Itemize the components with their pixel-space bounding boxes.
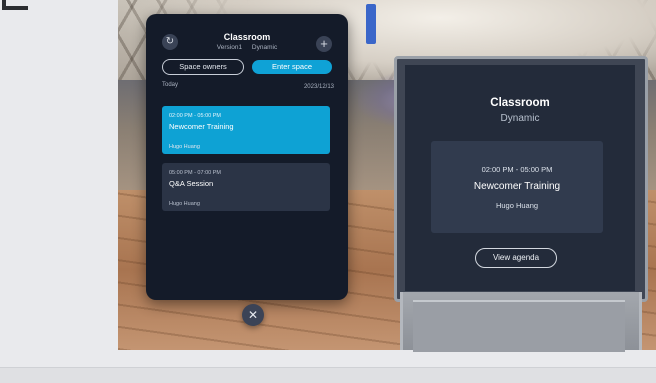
- version-label: Version1: [216, 44, 243, 51]
- board-title: Classroom: [490, 97, 550, 109]
- day-label: Today: [162, 82, 179, 88]
- corner-bracket-icon: [2, 0, 28, 10]
- scene-pillar: [366, 4, 376, 44]
- event-card[interactable]: 05:00 PM - 07:00 PM Q&A Session Hugo Hua…: [162, 163, 330, 211]
- board-mode: Dynamic: [500, 113, 540, 124]
- close-icon[interactable]: ✕: [242, 304, 264, 326]
- board-event-name: Newcomer Training: [473, 181, 561, 192]
- kiosk-panel: [413, 300, 625, 352]
- event-owner: Hugo Huang: [169, 144, 200, 150]
- event-owner: Hugo Huang: [169, 201, 200, 207]
- signboard-screen: Classroom Dynamic 02:00 PM - 05:00 PM Ne…: [405, 65, 635, 291]
- space-owners-button[interactable]: Space owners: [162, 59, 244, 75]
- signboard: Classroom Dynamic 02:00 PM - 05:00 PM Ne…: [394, 56, 648, 302]
- event-name: Newcomer Training: [169, 122, 234, 131]
- event-name: Q&A Session: [169, 179, 214, 188]
- board-event-card: 02:00 PM - 05:00 PM Newcomer Training Hu…: [431, 141, 603, 233]
- view-agenda-button[interactable]: View agenda: [475, 248, 557, 268]
- event-time: 05:00 PM - 07:00 PM: [169, 170, 221, 176]
- space-panel: ↻ Classroom Version1 Dynamic + Space own…: [146, 14, 348, 300]
- event-time: 02:00 PM - 05:00 PM: [169, 113, 221, 119]
- date-label: 2023/12/13: [303, 84, 334, 90]
- board-event-time: 02:00 PM - 05:00 PM: [481, 165, 553, 174]
- board-event-owner: Hugo Huang: [495, 201, 539, 210]
- plus-icon[interactable]: +: [316, 36, 332, 52]
- event-card[interactable]: 02:00 PM - 05:00 PM Newcomer Training Hu…: [162, 106, 330, 154]
- enter-space-button[interactable]: Enter space: [252, 60, 332, 74]
- bottom-bar: [0, 367, 656, 383]
- mode-label: Dynamic: [251, 44, 278, 51]
- kiosk-stand: [400, 292, 642, 352]
